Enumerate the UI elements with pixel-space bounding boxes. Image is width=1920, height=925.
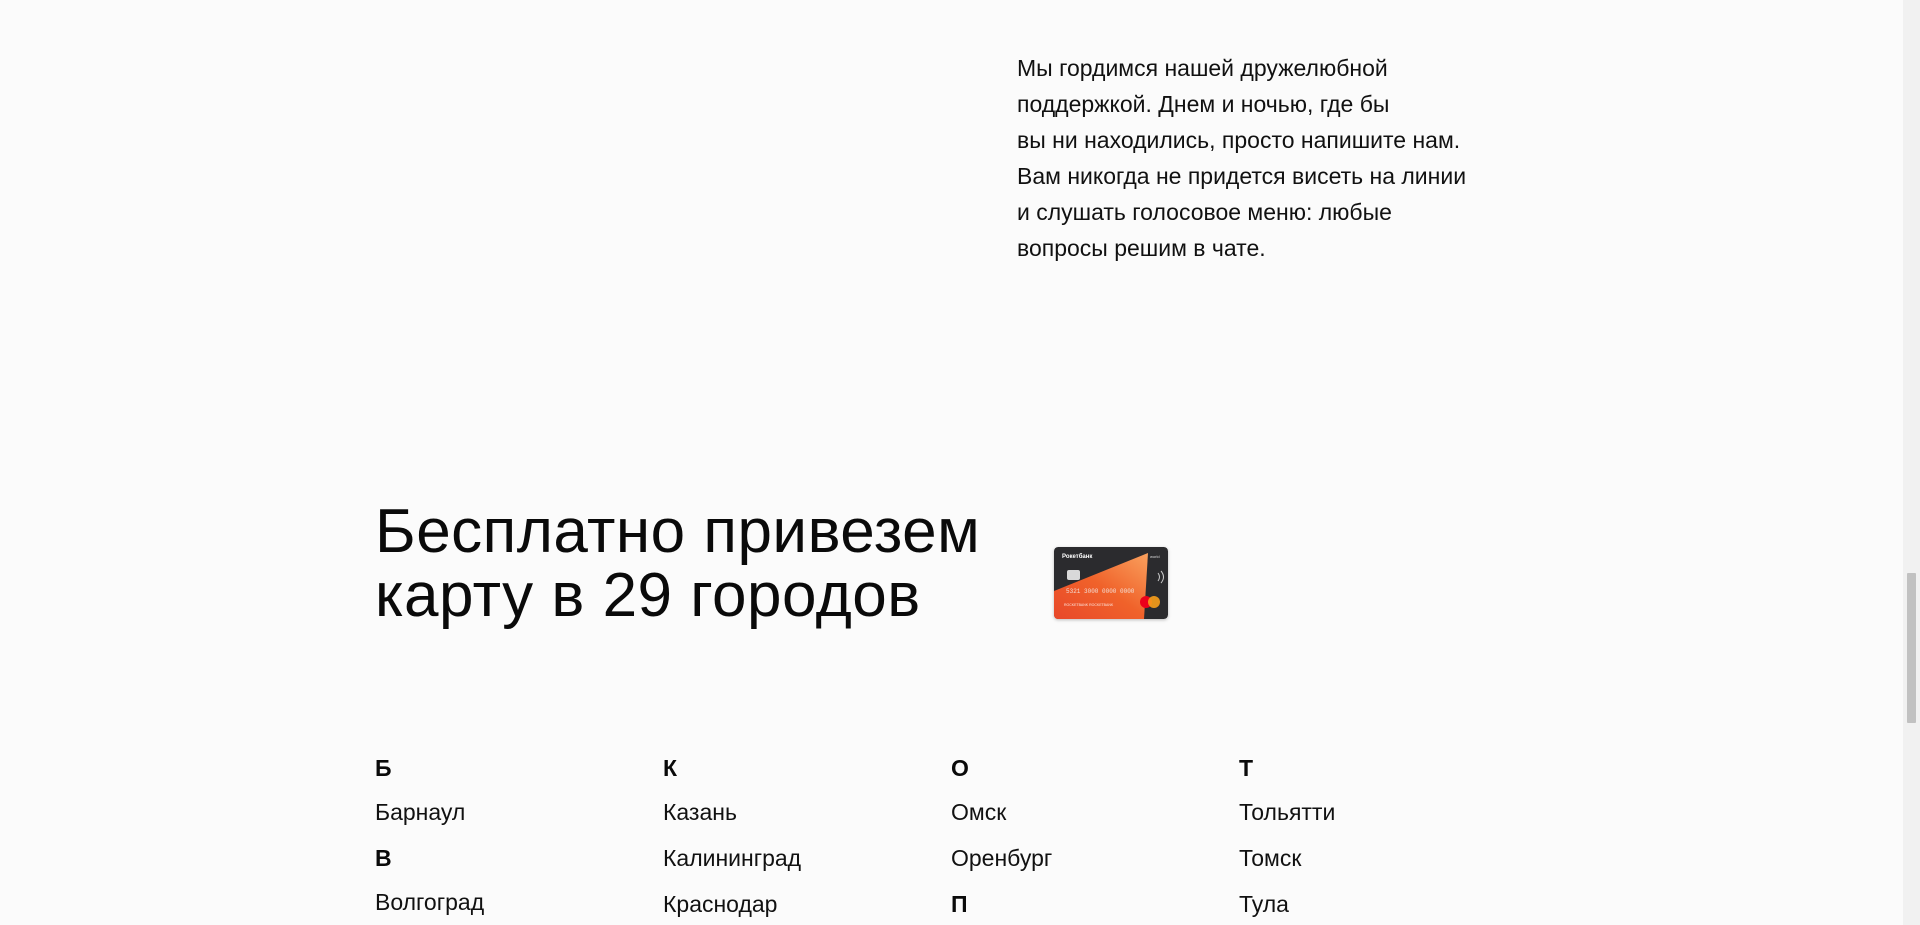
chip-icon: [1067, 570, 1080, 580]
delivery-heading: Бесплатно привезем карту в 29 городов: [375, 500, 980, 628]
city-letter: В: [375, 845, 392, 871]
city-group: В Волгоград: [375, 842, 635, 918]
card-number: 5321 3000 0000 0000: [1066, 588, 1135, 595]
city-link[interactable]: Казань: [663, 796, 923, 828]
support-line: поддержкой. Днем и ночью, где бы: [1017, 91, 1390, 117]
card-brand: Рокетбанк: [1062, 553, 1092, 560]
cities-column: К Казань Калининград Краснодар: [663, 752, 923, 925]
city-letter: К: [663, 755, 678, 781]
support-line: вы ни находились, просто напишите нам.: [1017, 127, 1461, 153]
city-link[interactable]: Оренбург: [951, 842, 1211, 874]
support-line: Мы гордимся нашей дружелюбной: [1017, 55, 1388, 81]
support-line: и слушать голосовое меню: любые: [1017, 199, 1392, 225]
cities-column: О Омск Оренбург П: [951, 752, 1211, 925]
city-letter: П: [951, 891, 968, 917]
city-link[interactable]: Тула: [1239, 888, 1499, 920]
city-link[interactable]: Тольятти: [1239, 796, 1499, 828]
city-group: О Омск Оренбург: [951, 752, 1211, 874]
city-letter: О: [951, 755, 969, 781]
card-network-label: world: [1150, 554, 1160, 559]
city-link[interactable]: Барнаул: [375, 796, 635, 828]
card-holder: ROCKETBANK ROCKETBANK: [1064, 603, 1114, 607]
support-description: Мы гордимся нашей дружелюбной поддержкой…: [1017, 50, 1517, 266]
mastercard-icon: [1140, 596, 1160, 608]
city-link[interactable]: Омск: [951, 796, 1211, 828]
bank-card-image: Рокетбанк world 5321 3000 0000 0000 ROCK…: [1054, 547, 1168, 619]
city-link[interactable]: Томск: [1239, 842, 1499, 874]
city-group: Т Тольятти Томск Тула: [1239, 752, 1499, 920]
scrollbar-thumb[interactable]: [1907, 573, 1916, 723]
page: Мы гордимся нашей дружелюбной поддержкой…: [0, 0, 1920, 925]
heading-line: Бесплатно привезем: [375, 497, 981, 566]
heading-line: карту в 29 городов: [375, 561, 921, 630]
city-link[interactable]: Волгоград: [375, 886, 635, 918]
support-line: Вам никогда не придется висеть на линии: [1017, 163, 1467, 189]
city-group: Б Барнаул: [375, 752, 635, 828]
cities-column: Б Барнаул В Волгоград: [375, 752, 635, 925]
city-group: К Казань Калининград Краснодар: [663, 752, 923, 920]
city-link[interactable]: Краснодар: [663, 888, 923, 920]
city-letter: Т: [1239, 755, 1254, 781]
support-line: вопросы решим в чате.: [1017, 235, 1266, 261]
city-group: П: [951, 888, 1211, 920]
city-link[interactable]: Калининград: [663, 842, 923, 874]
city-letter: Б: [375, 755, 392, 781]
vertical-scrollbar[interactable]: [1903, 0, 1920, 925]
cities-column: Т Тольятти Томск Тула: [1239, 752, 1499, 925]
